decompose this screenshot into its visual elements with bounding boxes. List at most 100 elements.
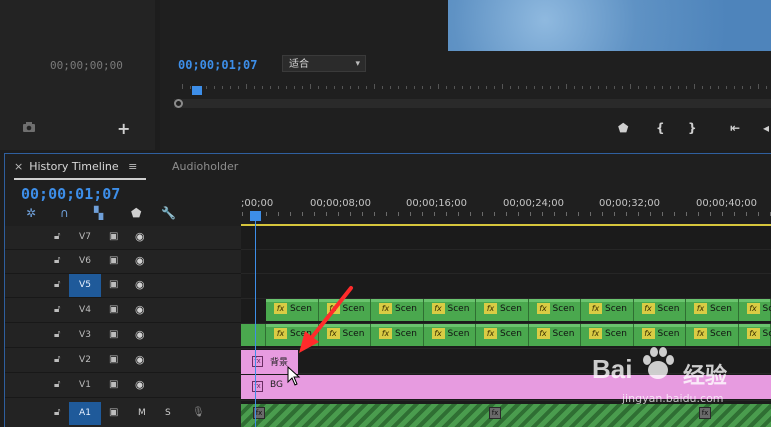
lock-icon[interactable]: 🔓︎ bbox=[54, 379, 60, 390]
tab-menu-icon[interactable]: ≡ bbox=[128, 160, 137, 173]
track-name[interactable]: V6 bbox=[69, 250, 101, 273]
program-zoom-scrollbar[interactable] bbox=[174, 99, 771, 108]
eye-icon[interactable]: ◉ bbox=[135, 254, 145, 267]
track-name[interactable]: V2 bbox=[69, 349, 101, 372]
fx-clip[interactable]: fxScen bbox=[528, 324, 581, 346]
fit-select[interactable]: 适合 ▾ bbox=[282, 55, 366, 72]
film-icon[interactable]: ▣ bbox=[109, 407, 118, 418]
eye-icon[interactable]: ◉ bbox=[135, 328, 145, 341]
plus-icon[interactable]: + bbox=[117, 119, 130, 138]
step-back-icon[interactable]: ◂ bbox=[763, 121, 769, 135]
eye-icon[interactable]: ◉ bbox=[135, 230, 145, 243]
fx-badge: fx bbox=[694, 303, 707, 314]
film-icon[interactable]: ▣ bbox=[109, 379, 118, 390]
timeline-ruler[interactable]: ;00;00 00;00;08;00 00;00;16;00 00;00;24;… bbox=[241, 190, 771, 226]
film-icon[interactable]: ▣ bbox=[109, 354, 118, 365]
ruler-tick bbox=[302, 86, 303, 89]
fx-badge: fx bbox=[431, 328, 445, 339]
eye-icon[interactable]: ◉ bbox=[135, 303, 145, 316]
fx-clip[interactable]: fxScen bbox=[371, 324, 424, 346]
source-timecode[interactable]: 00;00;00;00 bbox=[50, 59, 123, 72]
fx-clip[interactable]: fxScen bbox=[581, 324, 634, 346]
camera-icon[interactable] bbox=[22, 122, 36, 132]
ruler-label: 00;00;24;00 bbox=[503, 198, 565, 209]
fx-clip[interactable]: fxScen bbox=[738, 324, 771, 346]
track-name[interactable]: V1 bbox=[69, 374, 101, 397]
fx-clip[interactable]: fxScen bbox=[528, 299, 581, 321]
marker-icon[interactable]: ⬟ bbox=[618, 121, 628, 135]
film-icon[interactable]: ▣ bbox=[109, 255, 118, 266]
clip-top-strip bbox=[738, 324, 770, 327]
track-name[interactable]: V7 bbox=[69, 226, 101, 249]
track-name[interactable]: A1 bbox=[69, 402, 101, 425]
fx-clip[interactable]: fxScen bbox=[686, 299, 739, 321]
clip-a1-audio[interactable]: fx fx fx bbox=[241, 404, 771, 427]
magnet-icon[interactable]: ∩ bbox=[60, 206, 69, 220]
fx-clip[interactable]: fxScen bbox=[633, 299, 686, 321]
ruler-tick bbox=[458, 212, 459, 216]
lane-divider bbox=[241, 273, 771, 274]
program-timecode[interactable]: 00;00;01;07 bbox=[178, 58, 257, 72]
linked-select-icon[interactable]: ▚ bbox=[94, 206, 103, 220]
lock-icon[interactable]: 🔓︎ bbox=[54, 255, 60, 266]
chevron-down-icon: ▾ bbox=[355, 59, 360, 69]
tab-history-timeline[interactable]: × History Timeline ≡ bbox=[14, 160, 137, 173]
program-playhead[interactable] bbox=[192, 86, 202, 95]
film-icon[interactable]: ▣ bbox=[109, 279, 118, 290]
fx-badge: fx bbox=[274, 328, 287, 339]
scrollbar-handle[interactable] bbox=[174, 99, 183, 108]
out-bracket-icon[interactable]: } bbox=[688, 121, 697, 135]
lock-icon[interactable]: 🔓︎ bbox=[54, 329, 60, 340]
fx-clip[interactable]: fxScen bbox=[423, 324, 476, 346]
clip-top-strip bbox=[423, 299, 475, 302]
eye-icon[interactable]: ◉ bbox=[135, 378, 145, 391]
lock-icon[interactable]: 🔓︎ bbox=[54, 407, 60, 418]
wrench-icon[interactable]: 🔧 bbox=[161, 206, 176, 220]
in-bracket-icon[interactable]: { bbox=[656, 121, 665, 135]
fx-clip[interactable]: fxScen bbox=[686, 324, 739, 346]
lock-icon[interactable]: 🔓︎ bbox=[54, 354, 60, 365]
solo-button[interactable]: S bbox=[165, 408, 171, 418]
fx-clip[interactable]: fxScen bbox=[423, 299, 476, 321]
lock-icon[interactable]: 🔓︎ bbox=[54, 279, 60, 290]
fx-clip[interactable] bbox=[241, 324, 266, 346]
ruler-tick bbox=[606, 86, 607, 89]
fx-clip[interactable]: fxScen bbox=[581, 299, 634, 321]
lock-icon[interactable]: 🔓︎ bbox=[54, 231, 60, 242]
program-ruler[interactable] bbox=[178, 80, 771, 89]
add-marker-icon[interactable]: ⬟ bbox=[131, 206, 141, 220]
film-icon[interactable]: ▣ bbox=[109, 304, 118, 315]
clip-top-strip bbox=[686, 324, 738, 327]
ruler-tick bbox=[290, 212, 291, 216]
track-header-v4: 🔓︎ V4 ▣ ◉ bbox=[5, 299, 241, 323]
fx-badge: fx bbox=[274, 303, 287, 314]
track-name[interactable]: V3 bbox=[69, 324, 101, 347]
track-name[interactable]: V5 bbox=[69, 274, 101, 297]
ruler-tick bbox=[470, 212, 471, 216]
lock-icon[interactable]: 🔓︎ bbox=[54, 304, 60, 315]
fx-clip[interactable]: fxScen bbox=[476, 299, 529, 321]
tab-audioholder[interactable]: Audioholder bbox=[172, 160, 238, 173]
snap-icon[interactable]: ✲ bbox=[26, 206, 36, 220]
fx-clip[interactable]: fxScen bbox=[738, 299, 771, 321]
microphone-icon[interactable]: 🎙︎ bbox=[192, 407, 205, 418]
fx-clip[interactable]: fxScen bbox=[371, 299, 424, 321]
film-icon[interactable]: ▣ bbox=[109, 329, 118, 340]
timeline-timecode[interactable]: 00;00;01;07 bbox=[21, 185, 120, 203]
clip-label: Scen bbox=[552, 304, 575, 314]
eye-icon[interactable]: ◉ bbox=[135, 353, 145, 366]
clip-label: Scen bbox=[395, 304, 417, 314]
close-icon[interactable]: × bbox=[14, 160, 23, 173]
fx-badge: fx bbox=[641, 303, 655, 314]
ruler-tick bbox=[734, 212, 735, 216]
go-to-in-icon[interactable]: ⇤ bbox=[730, 121, 740, 135]
track-name[interactable]: V4 bbox=[69, 299, 101, 322]
fx-clip[interactable]: fxScen bbox=[476, 324, 529, 346]
eye-icon[interactable]: ◉ bbox=[135, 278, 145, 291]
mute-button[interactable]: M bbox=[138, 408, 146, 418]
ruler-tick bbox=[230, 86, 231, 89]
ruler-tick bbox=[578, 212, 579, 216]
film-icon[interactable]: ▣ bbox=[109, 231, 118, 242]
ruler-tick bbox=[530, 212, 531, 216]
timeline-playhead[interactable] bbox=[250, 211, 261, 221]
